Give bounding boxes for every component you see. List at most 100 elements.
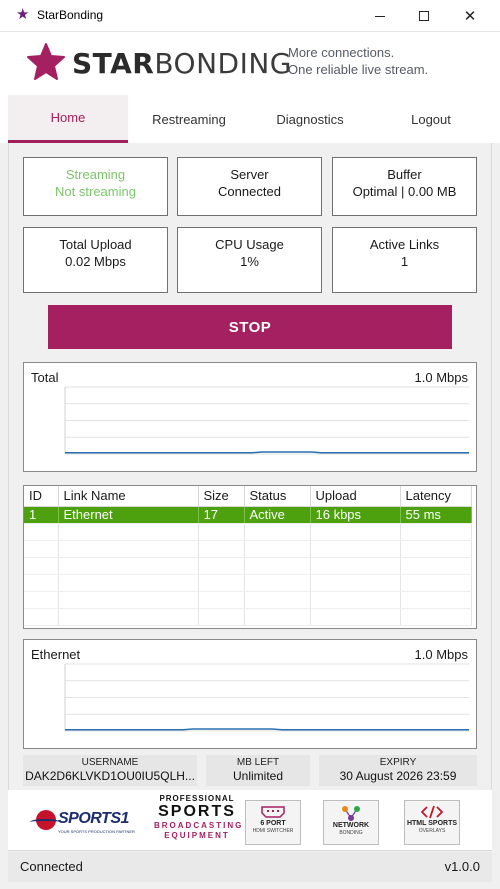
status-bar: Connected v1.0.0 bbox=[8, 852, 492, 882]
tagline-line-2: One reliable live stream. bbox=[288, 62, 429, 77]
badge1-subtitle: HDMI SWITCHER bbox=[252, 828, 294, 834]
sports1-wordmark: SPORTS1 bbox=[58, 810, 129, 827]
streaming-status-box: Streaming Not streaming bbox=[23, 157, 168, 216]
pro-line-1: PROFESSIONAL bbox=[159, 794, 235, 803]
ethernet-graph-scale: 1.0 Mbps bbox=[414, 647, 468, 662]
active-links-value: 1 bbox=[400, 254, 409, 269]
tab-restreaming[interactable]: Restreaming bbox=[129, 95, 249, 143]
empty-row bbox=[24, 608, 472, 626]
pro-sports-logo[interactable]: PROFESSIONAL SPORTS BROADCASTING EQUIPME… bbox=[154, 794, 244, 847]
tab-logout[interactable]: Logout bbox=[371, 95, 491, 143]
brand-name-rest: BONDING bbox=[154, 47, 292, 80]
close-button[interactable]: ✕ bbox=[447, 0, 493, 32]
empty-row bbox=[24, 523, 472, 541]
brand-header: STARBONDING More connections. One reliab… bbox=[0, 32, 500, 95]
minimize-icon bbox=[375, 15, 385, 17]
total-upload-label: Total Upload bbox=[59, 237, 132, 252]
sports1-logo[interactable]: SPORTS1 YOUR SPORTS PRODUCTION PARTNER bbox=[30, 810, 142, 836]
links-table-header: ID Link Name Size Status Upload Latency bbox=[24, 486, 472, 507]
pro-line-3: BROADCASTING bbox=[154, 821, 244, 830]
ethernet-graph-title: Ethernet bbox=[31, 647, 81, 662]
total-throughput-graph: Total 1.0 Mbps bbox=[23, 362, 477, 472]
total-upload-value: 0.02 Mbps bbox=[65, 254, 126, 269]
badge2-title: NETWORK bbox=[332, 822, 370, 829]
table-row[interactable]: 1 Ethernet 17 Active 16 kbps 55 ms bbox=[24, 506, 472, 524]
buffer-status-box: Buffer Optimal | 0.00 MB bbox=[332, 157, 477, 216]
buffer-label: Buffer bbox=[387, 167, 422, 182]
cpu-usage-label: CPU Usage bbox=[215, 237, 284, 252]
total-upload-box: Total Upload 0.02 Mbps bbox=[23, 227, 168, 293]
tagline-line-1: More connections. bbox=[288, 45, 395, 60]
column-header-size[interactable]: Size bbox=[198, 486, 245, 507]
total-graph-series-line bbox=[65, 451, 469, 454]
column-header-latency[interactable]: Latency bbox=[400, 486, 472, 507]
close-icon: ✕ bbox=[463, 8, 477, 25]
tab-diagnostics[interactable]: Diagnostics bbox=[250, 95, 370, 143]
cell-status: Active bbox=[244, 506, 311, 524]
badge1-title: 6 PORT bbox=[260, 820, 286, 827]
column-header-link-name[interactable]: Link Name bbox=[58, 486, 199, 507]
column-header-id[interactable]: ID bbox=[24, 486, 59, 507]
version-label: v1.0.0 bbox=[444, 859, 480, 874]
cell-size: 17 bbox=[198, 506, 245, 524]
network-bonding-badge[interactable]: NETWORK BONDING bbox=[323, 800, 379, 845]
column-header-status[interactable]: Status bbox=[244, 486, 311, 507]
brand-name-bold: STAR bbox=[72, 47, 155, 80]
empty-row bbox=[24, 574, 472, 592]
mb-left-value: Unlimited bbox=[232, 769, 283, 783]
total-graph-plot bbox=[64, 386, 469, 455]
expiry-box: EXPIRY 30 August 2026 23:59 bbox=[319, 755, 477, 786]
hdmi-port-icon bbox=[261, 806, 285, 818]
ethernet-graph-plot bbox=[64, 663, 469, 732]
server-value: Connected bbox=[218, 184, 281, 199]
buffer-value: Optimal | 0.00 MB bbox=[352, 184, 457, 199]
cell-latency: 55 ms bbox=[400, 506, 472, 524]
mb-left-box: MB LEFT Unlimited bbox=[206, 755, 310, 786]
empty-row bbox=[24, 591, 472, 609]
streaming-value: Not streaming bbox=[55, 184, 136, 199]
cpu-usage-box: CPU Usage 1% bbox=[177, 227, 322, 293]
column-header-upload[interactable]: Upload bbox=[310, 486, 401, 507]
username-value: DAK2D6KLVKD1OU0IU5QLH... bbox=[25, 769, 195, 783]
badge3-subtitle: OVERLAYS bbox=[418, 828, 446, 834]
server-label: Server bbox=[230, 167, 269, 182]
badge2-subtitle: BONDING bbox=[339, 830, 363, 836]
expiry-label: EXPIRY bbox=[379, 757, 417, 768]
brand-tagline: More connections. One reliable live stre… bbox=[288, 44, 428, 78]
pro-line-2: SPORTS bbox=[158, 803, 236, 820]
server-status-box: Server Connected bbox=[177, 157, 322, 216]
cpu-usage-value: 1% bbox=[240, 254, 259, 269]
username-box: USERNAME DAK2D6KLVKD1OU0IU5QLH... bbox=[23, 755, 197, 786]
sports1-swoosh-icon bbox=[30, 819, 60, 825]
username-label: USERNAME bbox=[81, 757, 139, 768]
window-title: StarBonding bbox=[37, 8, 104, 22]
empty-row bbox=[24, 557, 472, 575]
cell-upload: 16 kbps bbox=[310, 506, 401, 524]
cell-link-name: Ethernet bbox=[58, 506, 199, 524]
stop-button[interactable]: STOP bbox=[48, 305, 452, 349]
pro-line-4: EQUIPMENT bbox=[164, 831, 230, 840]
mb-left-label: MB LEFT bbox=[236, 757, 280, 768]
total-graph-scale: 1.0 Mbps bbox=[414, 370, 468, 385]
tab-home[interactable]: Home bbox=[8, 95, 128, 143]
ethernet-throughput-graph: Ethernet 1.0 Mbps bbox=[23, 639, 477, 749]
links-table[interactable]: ID Link Name Size Status Upload Latency … bbox=[23, 485, 477, 629]
hdmi-switcher-badge[interactable]: 6 PORT HDMI SWITCHER bbox=[245, 800, 301, 845]
code-brackets-icon bbox=[421, 805, 443, 819]
empty-row bbox=[24, 540, 472, 558]
maximize-button[interactable] bbox=[401, 0, 447, 32]
window-titlebar: ★ StarBonding ✕ bbox=[0, 0, 500, 32]
minimize-button[interactable] bbox=[357, 0, 403, 32]
maximize-icon bbox=[419, 11, 429, 21]
star-logo-icon bbox=[27, 43, 65, 80]
active-links-label: Active Links bbox=[369, 237, 440, 252]
cell-id: 1 bbox=[24, 506, 59, 524]
sports1-tagline: YOUR SPORTS PRODUCTION PARTNER bbox=[58, 829, 135, 834]
expiry-value: 30 August 2026 23:59 bbox=[339, 769, 457, 783]
star-app-icon: ★ bbox=[16, 6, 30, 23]
links-table-grid: ID Link Name Size Status Upload Latency … bbox=[24, 486, 472, 626]
html-overlays-badge[interactable]: HTML SPORTS OVERLAYS bbox=[404, 800, 460, 845]
partner-strip: SPORTS1 YOUR SPORTS PRODUCTION PARTNER P… bbox=[8, 790, 492, 850]
total-graph-title: Total bbox=[31, 370, 59, 385]
network-nodes-icon bbox=[342, 806, 360, 821]
